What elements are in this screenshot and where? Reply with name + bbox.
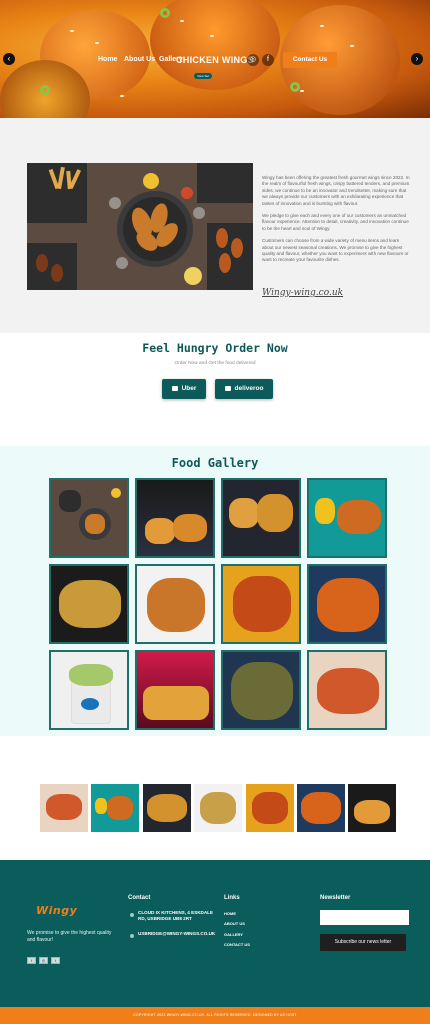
about-paragraph: Customers can choose from a wide variety… <box>262 238 409 263</box>
about-text: Wingy has been offering the greatest fre… <box>262 175 412 270</box>
newsletter-email-input[interactable] <box>320 910 409 925</box>
twitter-icon[interactable]: t <box>51 957 60 964</box>
hero-banner: ‹ › Home About Us Gallery CHICKEN WINGS … <box>0 0 430 118</box>
carousel-image[interactable] <box>194 784 242 832</box>
site-footer: Wingy We promise to give the highest qua… <box>0 860 430 1007</box>
hero-title: CHICKEN WINGS <box>176 55 254 65</box>
links-heading: Links <box>224 895 240 901</box>
gallery-image[interactable] <box>135 650 215 730</box>
gallery-image[interactable] <box>307 564 387 644</box>
about-paragraph: We pledge to give each and every one of … <box>262 213 409 231</box>
gallery-image[interactable] <box>307 650 387 730</box>
carousel-image[interactable] <box>40 784 88 832</box>
instagram-icon[interactable]: ◎ <box>39 957 48 964</box>
order-subtitle: Order Now and Get the food delivered <box>174 361 256 366</box>
gallery-image[interactable] <box>135 478 215 558</box>
copyright-bar: COPYRIGHT 2023 WINGY-WING.CO.UK. ALL RIG… <box>0 1007 430 1024</box>
carousel-image[interactable] <box>297 784 345 832</box>
deliveroo-button[interactable]: deliveroo <box>215 379 273 399</box>
site-signature[interactable]: Wingy-wing.co.uk <box>262 288 343 298</box>
contact-heading: Contact <box>128 895 151 901</box>
gallery-image[interactable] <box>49 478 129 558</box>
footer-link-contact[interactable]: CONTACT US <box>224 942 250 947</box>
uber-button[interactable]: Uber <box>162 379 206 399</box>
location-icon <box>130 913 134 917</box>
decor <box>300 90 304 92</box>
gallery-image[interactable] <box>221 478 301 558</box>
nav-about[interactable]: About Us <box>124 56 155 63</box>
footer-logo[interactable]: Wingy <box>36 904 77 917</box>
decor <box>95 42 99 44</box>
delivery-icon <box>224 385 231 391</box>
decor <box>120 95 124 97</box>
decor <box>70 30 74 32</box>
decor <box>180 20 184 22</box>
facebook-icon[interactable]: f <box>262 54 274 66</box>
footer-link-home[interactable]: HOME <box>224 911 236 916</box>
carousel-image[interactable] <box>246 784 294 832</box>
gallery-image[interactable] <box>49 650 129 730</box>
carousel-image[interactable] <box>143 784 191 832</box>
chevron-left-icon[interactable]: ‹ <box>3 53 15 65</box>
about-food-image <box>27 163 253 290</box>
decor <box>210 35 214 37</box>
mail-icon <box>130 934 134 938</box>
decor <box>350 45 354 47</box>
order-title: Feel Hungry Order Now <box>142 341 288 355</box>
decor <box>40 85 50 95</box>
footer-address: CLOUD IX KITCHENS, 4 ESKDALE RD, UXBRIDG… <box>138 910 214 921</box>
subscribe-button[interactable]: Subscribe our news letter <box>320 934 406 951</box>
footer-email[interactable]: UXBRIDGE@WINGY-WINGS.CO.UK <box>138 931 218 937</box>
instagram-icon[interactable]: ◎ <box>247 54 259 66</box>
facebook-icon[interactable]: f <box>27 957 36 964</box>
carousel-image[interactable] <box>348 784 396 832</box>
nav-home[interactable]: Home <box>98 56 117 63</box>
footer-tagline: We promise to give the highest quality a… <box>27 930 112 943</box>
chevron-right-icon[interactable]: › <box>411 53 423 65</box>
carousel-image[interactable] <box>91 784 139 832</box>
footer-link-about[interactable]: ABOUT US <box>224 921 245 926</box>
gallery-image[interactable] <box>307 478 387 558</box>
footer-link-gallery[interactable]: GALLERY <box>224 932 243 937</box>
decor <box>320 25 324 27</box>
gallery-image[interactable] <box>221 564 301 644</box>
gallery-image[interactable] <box>135 564 215 644</box>
food-platter-illustration <box>27 163 253 290</box>
decor <box>160 8 170 18</box>
hero-pill[interactable]: View Sel <box>194 73 212 79</box>
gallery-title: Food Gallery <box>171 456 259 470</box>
gallery-image[interactable] <box>49 564 129 644</box>
about-paragraph: Wingy has been offering the greatest fre… <box>262 175 410 206</box>
food-gallery: Food Gallery <box>0 446 430 736</box>
car-icon <box>171 385 178 391</box>
newsletter-heading: Newsletter <box>320 895 351 901</box>
contact-button[interactable]: Contact Us <box>283 52 337 68</box>
decor <box>290 82 300 92</box>
gallery-image[interactable] <box>221 650 301 730</box>
about-section: Wingy has been offering the greatest fre… <box>0 118 430 333</box>
